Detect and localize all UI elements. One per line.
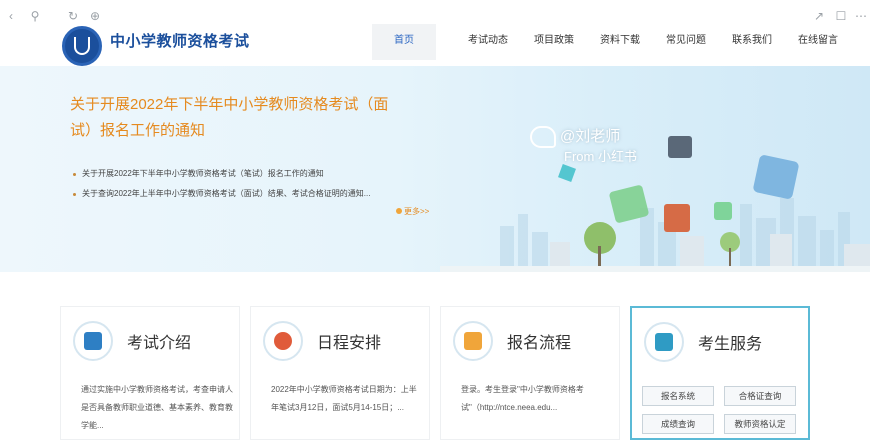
card-title: 考试介绍: [127, 335, 192, 352]
page: ‹ ⚲ ↻ ⊕ ↗ ☐ ⋯ 中小学教师资格考试 首页 考试动态 项目政策 资料下…: [0, 0, 870, 440]
banner-headline[interactable]: 关于开展2022年下半年中小学教师资格考试（面试）报名工作的通知: [70, 92, 410, 144]
cube-icon: [664, 204, 690, 232]
cube-icon: [752, 154, 800, 200]
registration-system-button[interactable]: 报名系统: [642, 386, 714, 406]
list-item[interactable]: 关于开展2022年下半年中小学教师资格考试（笔试）报名工作的通知: [72, 164, 432, 184]
nav-faq[interactable]: 常见问题: [658, 24, 714, 60]
card-candidate-services[interactable]: 考生服务 报名系统 合格证查询 成绩查询 教师资格认定: [630, 306, 810, 440]
watermark-author: @刘老师: [560, 127, 621, 145]
logo-icon: [62, 26, 102, 66]
card-title: 报名流程: [507, 335, 572, 352]
city-illustration: [440, 198, 870, 272]
back-icon[interactable]: ‹: [4, 9, 18, 23]
nav-contact[interactable]: 联系我们: [724, 24, 780, 60]
save-icon[interactable]: ☐: [834, 9, 848, 23]
list-item[interactable]: 关于查询2022年上半年中小学教师资格考试（面试）结果、考试合格证明的通知...: [72, 184, 432, 204]
card-text: 通过实施中小学教师资格考试，考查申请人是否具备教师职业道德、基本素养、教育教学能…: [81, 385, 233, 430]
cube-icon: [714, 202, 732, 220]
banner-news-list: 关于开展2022年下半年中小学教师资格考试（笔试）报名工作的通知 关于查询202…: [72, 164, 432, 204]
address-book-icon: [644, 322, 684, 362]
document-icon: [73, 321, 113, 361]
site-header: 中小学教师资格考试 首页 考试动态 项目政策 资料下载 常见问题 联系我们 在线…: [0, 22, 870, 66]
hero-banner: 关于开展2022年下半年中小学教师资格考试（面试）报名工作的通知 关于开展202…: [0, 66, 870, 272]
card-text: 2022年中小学教师资格考试日期为：上半年笔试3月12日，面试5月14-15日；…: [271, 385, 417, 412]
checkmark-icon: [263, 321, 303, 361]
link-icon[interactable]: ⚲: [28, 9, 42, 23]
card-registration[interactable]: 报名流程 登录。考生登录"中小学教师资格考试"（http://ntce.neea…: [440, 306, 620, 440]
nav-message[interactable]: 在线留言: [790, 24, 846, 60]
more-icon[interactable]: ⋯: [854, 9, 868, 23]
card-text: 登录。考生登录"中小学教师资格考试"（http://ntce.neea.edu.…: [461, 385, 584, 412]
card-schedule[interactable]: 日程安排 2022年中小学教师资格考试日期为：上半年笔试3月12日，面试5月14…: [250, 306, 430, 440]
more-dot-icon: [396, 208, 402, 214]
watermark: @刘老师 From 小红书: [530, 126, 637, 166]
watermark-heart-icon: [530, 126, 556, 148]
nav-home[interactable]: 首页: [372, 24, 436, 60]
site-title: 中小学教师资格考试: [110, 33, 250, 50]
nav-policy[interactable]: 项目政策: [526, 24, 582, 60]
nav-exam-news[interactable]: 考试动态: [460, 24, 516, 60]
cube-icon: [668, 136, 692, 158]
more-link[interactable]: 更多>>: [396, 206, 429, 217]
card-title: 考生服务: [698, 336, 763, 353]
nav-downloads[interactable]: 资料下载: [592, 24, 648, 60]
share-icon[interactable]: ↗: [812, 9, 826, 23]
refresh-icon[interactable]: ↻: [66, 9, 80, 23]
qualification-certification-button[interactable]: 教师资格认定: [724, 414, 796, 434]
card-exam-intro[interactable]: 考试介绍 通过实施中小学教师资格考试，考查申请人是否具备教师职业道德、基本素养、…: [60, 306, 240, 440]
cube-icon: [558, 164, 576, 182]
globe-icon[interactable]: ⊕: [88, 9, 102, 23]
main-nav: 首页 考试动态 项目政策 资料下载 常见问题 联系我们 在线留言: [372, 24, 856, 62]
service-cards: 考试介绍 通过实施中小学教师资格考试，考查申请人是否具备教师职业道德、基本素养、…: [60, 306, 820, 440]
score-query-button[interactable]: 成绩查询: [642, 414, 714, 434]
certificate-query-button[interactable]: 合格证查询: [724, 386, 796, 406]
more-label: 更多>>: [404, 207, 430, 216]
registration-form-icon: [453, 321, 493, 361]
watermark-source: From 小红书: [564, 149, 637, 164]
card-title: 日程安排: [317, 335, 382, 352]
